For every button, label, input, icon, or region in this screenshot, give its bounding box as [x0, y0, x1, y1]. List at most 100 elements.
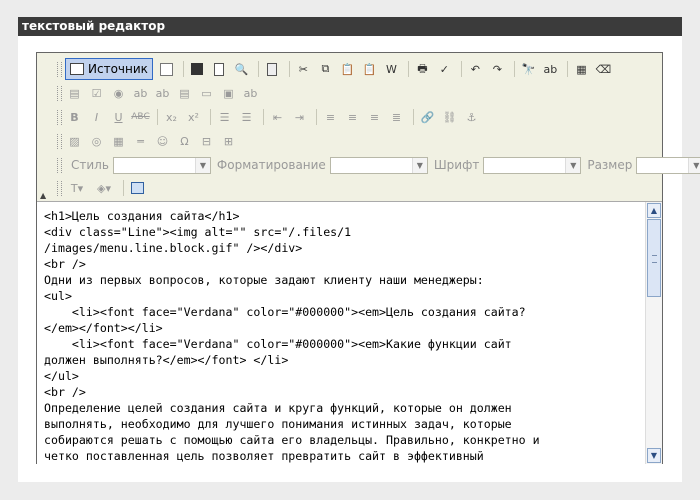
source-button-label: Источник	[88, 62, 148, 76]
select-all-icon[interactable]: ▦	[572, 60, 591, 79]
toolbar-grip[interactable]	[57, 85, 62, 101]
textarea-icon[interactable]: ab	[153, 84, 172, 103]
toolbar-separator	[263, 109, 264, 125]
background-color-icon[interactable]: ◈▾	[92, 179, 116, 198]
style-select[interactable]: ▼	[112, 156, 211, 174]
format-select[interactable]: ▼	[329, 156, 428, 174]
underline-icon[interactable]: U	[109, 108, 128, 127]
collapse-toolbar-icon[interactable]: ▲	[40, 191, 46, 200]
size-label: Размер	[587, 158, 633, 172]
unlink-icon[interactable]: ⛓	[440, 108, 459, 127]
align-center-icon[interactable]: ≡	[343, 108, 362, 127]
font-label: Шрифт	[433, 158, 480, 172]
toolbar-separator	[566, 61, 568, 77]
code-line: </em></font></li>	[44, 321, 163, 335]
chevron-down-icon: ▼	[411, 157, 427, 173]
spellcheck-icon[interactable]: ✓	[435, 60, 454, 79]
toolbar-separator	[157, 109, 158, 125]
save-icon[interactable]	[188, 60, 207, 79]
toolbar-grip[interactable]	[57, 61, 62, 77]
align-justify-icon[interactable]: ≣	[387, 108, 406, 127]
chevron-down-icon: ▼	[565, 157, 581, 173]
chevron-down-icon: ▼	[194, 157, 210, 173]
link-icon[interactable]: 🔗	[418, 108, 437, 127]
toolbar-separator	[513, 61, 515, 77]
select-field-icon[interactable]: ▤	[175, 84, 194, 103]
smiley-icon[interactable]: ☺	[153, 132, 172, 151]
radio-icon[interactable]: ◉	[109, 84, 128, 103]
find-icon[interactable]: 🔭	[519, 60, 538, 79]
hidden-field-icon[interactable]: ab	[241, 84, 260, 103]
align-left-icon[interactable]: ≡	[321, 108, 340, 127]
align-right-icon[interactable]: ≡	[365, 108, 384, 127]
toolbar-separator	[316, 109, 317, 125]
vertical-scrollbar[interactable]: ▲ ▼	[645, 202, 662, 464]
paste-text-icon[interactable]: 📋	[360, 60, 379, 79]
toolbar-grip[interactable]	[57, 133, 62, 149]
scroll-up-icon[interactable]: ▲	[647, 203, 661, 218]
wysiwyg-editor: Источник 🔍 ✂ ⧉ 📋 📋 W 🖶 ✓ ↶ ↷ 🔭 ab ▦ ⌫ ▤ …	[36, 52, 700, 464]
preview-icon[interactable]: 🔍	[232, 60, 251, 79]
code-line: четко поставленная цель позволяет превра…	[44, 449, 484, 463]
scroll-down-icon[interactable]: ▼	[647, 448, 661, 463]
source-button[interactable]: Источник	[65, 58, 153, 80]
document-icon[interactable]	[263, 60, 282, 79]
text-color-icon[interactable]: T▾	[65, 179, 89, 198]
outdent-icon[interactable]: ⇤	[268, 108, 287, 127]
scroll-thumb[interactable]	[647, 219, 661, 297]
page-break-2-icon[interactable]: ⊞	[219, 132, 238, 151]
code-line: </ul>	[44, 369, 79, 383]
paste-word-icon[interactable]: W	[382, 60, 401, 79]
bold-icon[interactable]: B	[65, 108, 84, 127]
size-select[interactable]: ▼	[636, 156, 700, 174]
format-label: Форматирование	[216, 158, 326, 172]
source-code-text[interactable]: <h1>Цель создания сайта</h1> <div class=…	[44, 208, 649, 464]
image-icon[interactable]: ▨	[65, 132, 84, 151]
replace-icon[interactable]: ab	[541, 60, 560, 79]
toolbar-row-5: Стиль ▼ Форматирование ▼ Шрифт ▼ Размер …	[57, 154, 700, 176]
numbered-list-icon[interactable]: ☰	[215, 108, 234, 127]
source-code-area[interactable]: <h1>Цель создания сайта</h1> <div class=…	[37, 201, 662, 464]
code-line: <li><font face="Verdana" color="#000000"…	[44, 337, 512, 351]
italic-icon[interactable]: I	[87, 108, 106, 127]
copy-icon[interactable]: ⧉	[316, 60, 335, 79]
new-page-icon[interactable]	[210, 60, 229, 79]
page-break-icon[interactable]: ⊟	[197, 132, 216, 151]
code-line: Одни из первых вопросов, которые задают …	[44, 273, 484, 287]
special-char-icon[interactable]: Ω	[175, 132, 194, 151]
remove-format-icon[interactable]: ⌫	[594, 60, 613, 79]
paste-icon[interactable]: 📋	[338, 60, 357, 79]
form-icon[interactable]: ▤	[65, 84, 84, 103]
toolbar-grip[interactable]	[57, 157, 62, 173]
text-field-icon[interactable]: ab	[131, 84, 150, 103]
button-field-icon[interactable]: ▭	[197, 84, 216, 103]
anchor-icon[interactable]: ⚓	[462, 108, 481, 127]
horizontal-rule-icon[interactable]: ═	[131, 132, 150, 151]
print-icon[interactable]: 🖶	[413, 60, 432, 79]
code-line: <ul>	[44, 289, 72, 303]
style-label: Стиль	[71, 158, 109, 172]
code-line: должен выполнять?</em></font> </li>	[44, 353, 289, 367]
flash-icon[interactable]: ◎	[87, 132, 106, 151]
code-line: <br />	[44, 385, 86, 399]
subscript-icon[interactable]: x₂	[162, 108, 181, 127]
toolbar-row-6: T▾ ◈▾	[57, 177, 150, 199]
code-line: <h1>Цель создания сайта</h1>	[44, 209, 240, 223]
bulleted-list-icon[interactable]: ☰	[237, 108, 256, 127]
image-button-icon[interactable]: ▣	[219, 84, 238, 103]
indent-icon[interactable]: ⇥	[290, 108, 309, 127]
toolbar-separator	[460, 61, 462, 77]
strikethrough-icon[interactable]: ABC	[131, 108, 150, 127]
maximize-icon[interactable]	[128, 179, 147, 198]
table-icon[interactable]: ▦	[109, 132, 128, 151]
cut-icon[interactable]: ✂	[294, 60, 313, 79]
toolbar-grip[interactable]	[57, 109, 62, 125]
templates-icon[interactable]	[157, 60, 176, 79]
toolbar-grip[interactable]	[57, 180, 62, 196]
font-select[interactable]: ▼	[483, 156, 582, 174]
toolbar-row-3: B I U ABC x₂ x² ☰ ☰ ⇤ ⇥ ≡ ≡ ≡ ≣ 🔗 ⛓ ⚓	[57, 106, 484, 128]
undo-icon[interactable]: ↶	[466, 60, 485, 79]
redo-icon[interactable]: ↷	[488, 60, 507, 79]
superscript-icon[interactable]: x²	[184, 108, 203, 127]
checkbox-icon[interactable]: ☑	[87, 84, 106, 103]
